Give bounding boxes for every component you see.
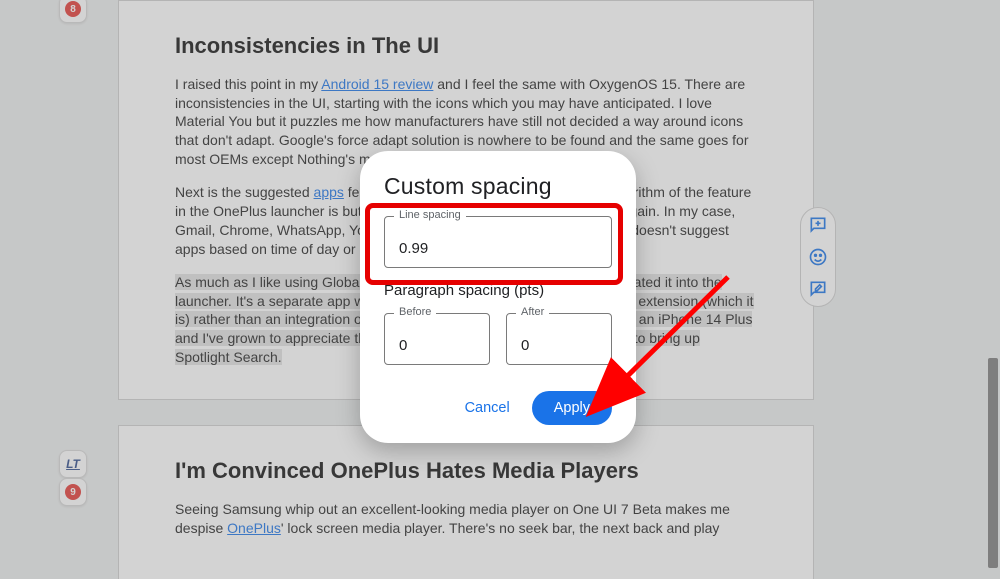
dialog-title: Custom spacing xyxy=(384,173,612,200)
suggestion-badge-9[interactable]: 9 xyxy=(59,478,87,506)
text: I raised this point in my xyxy=(175,76,321,92)
emoji-reaction-icon[interactable] xyxy=(807,246,829,268)
paragraph-spacing-heading: Paragraph spacing (pts) xyxy=(384,282,612,299)
scrollbar-thumb[interactable] xyxy=(988,358,998,568)
before-field: Before xyxy=(384,313,490,365)
before-input[interactable] xyxy=(384,313,490,365)
after-input[interactable] xyxy=(506,313,612,365)
document-content-2: I'm Convinced OnePlus Hates Media Player… xyxy=(175,426,757,551)
line-spacing-field: Line spacing xyxy=(384,216,612,268)
suggestion-count-icon: 8 xyxy=(65,1,81,17)
heading-inconsistencies: Inconsistencies in The UI xyxy=(175,31,757,61)
apply-button[interactable]: Apply xyxy=(532,391,612,425)
suggest-edits-icon[interactable] xyxy=(807,278,829,300)
before-label: Before xyxy=(394,306,436,318)
suggestion-count-icon: 9 xyxy=(65,484,81,500)
cancel-button[interactable]: Cancel xyxy=(455,392,520,424)
paragraph-4[interactable]: Seeing Samsung whip out an excellent-loo… xyxy=(175,500,757,538)
text: Next is the suggested xyxy=(175,184,314,200)
after-field: After xyxy=(506,313,612,365)
text: ' lock screen media player. There's no s… xyxy=(281,520,720,536)
link-android-15-review[interactable]: Android 15 review xyxy=(321,76,433,92)
language-tool-badge[interactable]: LT xyxy=(59,450,87,478)
custom-spacing-dialog: Custom spacing Line spacing Paragraph sp… xyxy=(360,151,636,443)
link-oneplus[interactable]: OnePlus xyxy=(227,520,281,536)
dialog-actions: Cancel Apply xyxy=(384,391,612,425)
link-apps[interactable]: apps xyxy=(314,184,344,200)
add-comment-icon[interactable] xyxy=(807,214,829,236)
side-toolbar xyxy=(800,207,836,307)
document-page-2: I'm Convinced OnePlus Hates Media Player… xyxy=(118,425,814,579)
suggestion-badge-8[interactable]: 8 xyxy=(59,0,87,23)
after-label: After xyxy=(516,306,549,318)
line-spacing-label: Line spacing xyxy=(394,209,466,221)
heading-media-players: I'm Convinced OnePlus Hates Media Player… xyxy=(175,456,757,486)
line-spacing-input[interactable] xyxy=(384,216,612,268)
